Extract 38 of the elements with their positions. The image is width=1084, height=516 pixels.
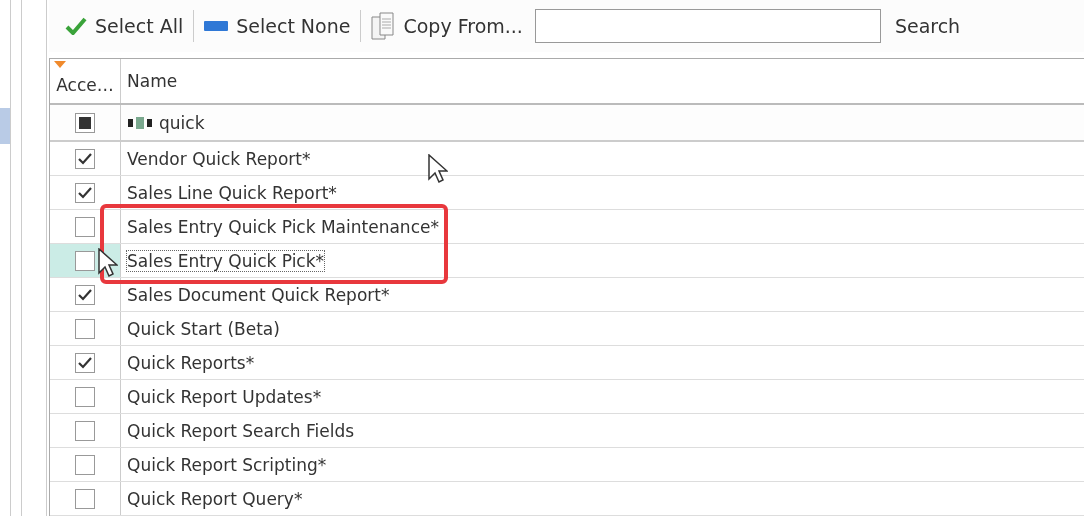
table-cell: Sales Line Quick Report* <box>127 182 337 203</box>
table-cell: Sales Entry Quick Pick* <box>127 250 325 271</box>
cursor-icon <box>428 154 448 184</box>
table-cell: Quick Report Updates* <box>127 386 322 407</box>
column-header[interactable]: Name <box>127 71 178 91</box>
bar-icon <box>204 21 229 31</box>
table-cell: Quick Report Search Fields <box>127 420 355 441</box>
checkbox[interactable] <box>75 352 95 373</box>
cursor-icon <box>98 248 118 278</box>
checkbox[interactable] <box>75 148 95 169</box>
table-cell: Vendor Quick Report* <box>127 148 311 169</box>
toolbar-button[interactable]: Select All <box>59 11 190 41</box>
table-cell: Sales Entry Quick Pick Maintenance* <box>127 216 439 237</box>
checkmark-icon <box>65 17 87 35</box>
table-cell: Quick Reports* <box>127 352 255 373</box>
checkbox[interactable] <box>75 216 95 237</box>
checkbox[interactable] <box>75 488 95 509</box>
checkbox[interactable] <box>75 318 95 339</box>
table-cell: Quick Start (Beta) <box>127 318 280 339</box>
checkbox[interactable] <box>75 250 95 271</box>
documents-icon <box>371 12 396 40</box>
column-header[interactable]: Acce… <box>56 75 114 95</box>
filter-icon[interactable] <box>53 60 67 69</box>
checkbox[interactable] <box>75 284 95 305</box>
checkbox[interactable] <box>75 420 95 441</box>
checkbox[interactable] <box>75 112 95 133</box>
table-cell: Sales Document Quick Report* <box>127 284 390 305</box>
search-field[interactable] <box>534 9 881 43</box>
checkbox[interactable] <box>75 182 95 203</box>
checkbox[interactable] <box>75 454 95 475</box>
filter-value[interactable]: quick <box>159 112 205 133</box>
toolbar-button[interactable]: Copy From... <box>365 8 529 44</box>
text-filter-icon <box>127 115 153 130</box>
toolbar-button[interactable]: Select None <box>198 11 357 41</box>
table-cell: Quick Report Scripting* <box>127 454 327 475</box>
table-cell: Quick Report Query* <box>127 488 303 509</box>
search-label: Search <box>894 15 961 37</box>
checkbox[interactable] <box>75 386 95 407</box>
